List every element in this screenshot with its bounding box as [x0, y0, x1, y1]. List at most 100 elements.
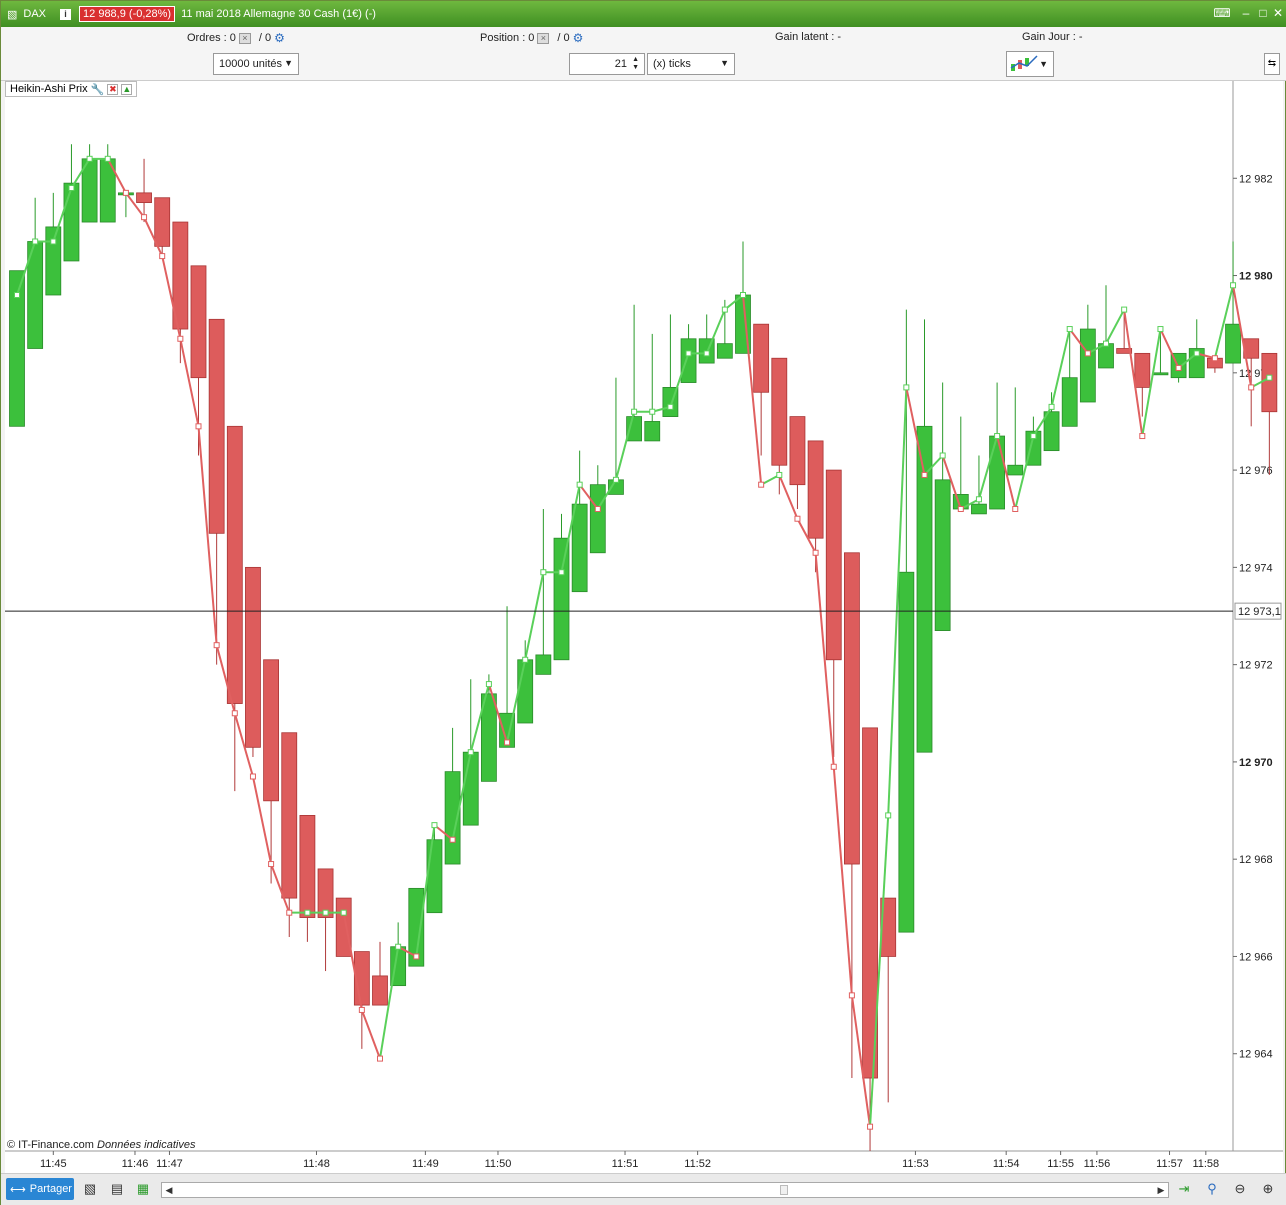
- candle-body: [535, 654, 552, 675]
- share-button[interactable]: ⟷ Partager: [6, 1178, 74, 1200]
- candle-body: [245, 566, 261, 748]
- horizontal-scrollbar[interactable]: ◀ ▶: [161, 1182, 1169, 1198]
- share-label: Partager: [29, 1183, 72, 1195]
- price-point: [758, 481, 765, 488]
- ticks-unit-select[interactable]: (x) ticks ▼: [647, 53, 735, 75]
- price-point: [268, 861, 275, 868]
- price-point: [631, 408, 638, 415]
- candle-body: [1079, 328, 1096, 403]
- y-tick-label: 12 968: [1239, 854, 1273, 866]
- gear-icon[interactable]: ⚙: [573, 31, 584, 45]
- candle-body: [426, 839, 443, 914]
- zoom-fit-icon[interactable]: ⚲: [1203, 1180, 1221, 1198]
- candle-body: [208, 318, 225, 534]
- price-point: [721, 306, 728, 313]
- price-point: [1230, 282, 1237, 289]
- y-tick-label: 12 972: [1239, 660, 1273, 672]
- gain-jour-label: Gain Jour :: [1022, 31, 1076, 43]
- chart-type-select[interactable]: ▼: [1006, 51, 1054, 77]
- scroll-left-icon[interactable]: ◀: [162, 1183, 176, 1197]
- price-point: [322, 909, 329, 916]
- candle-body: [299, 815, 316, 918]
- price-point: [50, 238, 57, 245]
- zoom-out-icon[interactable]: ⊖: [1231, 1180, 1249, 1198]
- keyboard-icon[interactable]: ⌨: [1213, 5, 1231, 21]
- remove-indicator-icon[interactable]: ✖: [107, 83, 119, 95]
- price-point: [358, 1006, 365, 1013]
- price-point: [885, 812, 892, 819]
- ticks-stepper[interactable]: 21 ▲ ▼: [569, 53, 645, 75]
- list-icon[interactable]: ▤: [108, 1180, 126, 1198]
- symbol-label[interactable]: DAX: [23, 8, 46, 20]
- move-indicator-icon[interactable]: ▲: [121, 83, 133, 95]
- gain-latent-value: -: [837, 31, 841, 43]
- close-button[interactable]: ✕: [1269, 5, 1286, 21]
- chart-area[interactable]: 12 964 12 966 12 968 12 970 12 972 12 974 12 9…: [5, 81, 1283, 1173]
- price-point: [1012, 506, 1019, 512]
- gain-latent-label: Gain latent :: [775, 31, 835, 43]
- candlestick-menu-icon[interactable]: ▧: [7, 8, 17, 21]
- price-line-segment: [614, 411, 636, 481]
- position-total: / 0: [557, 32, 570, 44]
- y-tick-label: 12 964: [1239, 1049, 1273, 1061]
- price-point: [685, 350, 692, 357]
- price-point: [413, 953, 420, 960]
- x-tick-label: 11:57: [1156, 1158, 1183, 1170]
- price-point: [504, 739, 511, 746]
- candle-body: [1261, 352, 1278, 413]
- price-point: [540, 569, 547, 576]
- price-point: [14, 292, 20, 298]
- minimize-button[interactable]: –: [1237, 5, 1255, 21]
- price-point: [122, 189, 129, 196]
- collapse-panel-icon[interactable]: ⇆: [1264, 53, 1280, 75]
- stepper-arrows-icon[interactable]: ▲ ▼: [632, 56, 639, 72]
- cancel-orders-icon[interactable]: ×: [238, 32, 251, 44]
- price-point: [340, 909, 347, 916]
- scroll-right-icon[interactable]: ▶: [1154, 1183, 1168, 1197]
- price-point: [903, 384, 910, 391]
- price-point: [830, 763, 837, 770]
- gain-latent-field: Gain latent : -: [775, 31, 841, 43]
- auto-scroll-icon[interactable]: ⇥: [1175, 1180, 1193, 1198]
- ordres-field: Ordres : 0 × / 0 ⚙: [187, 31, 285, 45]
- candle-body: [45, 226, 62, 296]
- price-point: [867, 1123, 874, 1130]
- x-tick-label: 11:50: [485, 1158, 512, 1170]
- candle-body: [1134, 352, 1151, 388]
- ticks-value: 21: [614, 58, 627, 70]
- y-tick-label: 12 976: [1239, 465, 1273, 477]
- price-chart[interactable]: 12 964 12 966 12 968 12 970 12 972 12 974 12 9…: [5, 81, 1283, 1173]
- indicator-label[interactable]: Heikin-Ashi Prix 🔧 ✖ ▲: [5, 81, 138, 97]
- candlestick-icon[interactable]: ▧: [81, 1180, 99, 1198]
- candle-body: [753, 323, 770, 393]
- candle-body: [589, 484, 606, 554]
- x-tick-label: 11:47: [156, 1158, 183, 1170]
- indicator-name: Heikin-Ashi Prix: [10, 83, 88, 95]
- price-point: [159, 253, 166, 260]
- order-book-icon[interactable]: ▦: [134, 1180, 152, 1198]
- y-tick-label: 12 974: [1239, 562, 1273, 574]
- price-point: [231, 710, 238, 717]
- wrench-icon[interactable]: 🔧: [91, 83, 105, 96]
- gain-jour-field: Gain Jour : -: [1022, 31, 1082, 43]
- x-tick-label: 11:55: [1047, 1158, 1074, 1170]
- candle-body: [898, 571, 915, 933]
- close-position-icon[interactable]: ×: [537, 32, 550, 44]
- price-point: [104, 155, 111, 162]
- price-point: [195, 423, 202, 430]
- candle-body: [517, 659, 534, 724]
- chevron-down-icon: ▼: [284, 58, 293, 68]
- ticks-unit: (x) ticks: [653, 58, 691, 70]
- gear-icon[interactable]: ⚙: [274, 31, 285, 45]
- candle-body: [771, 357, 788, 466]
- order-status-row: Ordres : 0 × / 0 ⚙ Position : 0 × / 0 ⚙ …: [1, 27, 1286, 47]
- candle-body: [844, 552, 860, 865]
- price-point: [612, 476, 619, 483]
- quantity-select[interactable]: 10000 unités ▼: [213, 53, 299, 75]
- zoom-in-icon[interactable]: ⊕: [1259, 1180, 1277, 1198]
- price-point: [286, 909, 293, 916]
- bottom-toolbar: ⟷ Partager ▧ ▤ ▦ ◀ ▶ ⇥ ⚲ ⊖ ⊕: [1, 1173, 1286, 1205]
- info-icon[interactable]: i: [60, 8, 72, 20]
- scroll-thumb[interactable]: [780, 1185, 788, 1195]
- gain-jour-value: -: [1078, 31, 1083, 43]
